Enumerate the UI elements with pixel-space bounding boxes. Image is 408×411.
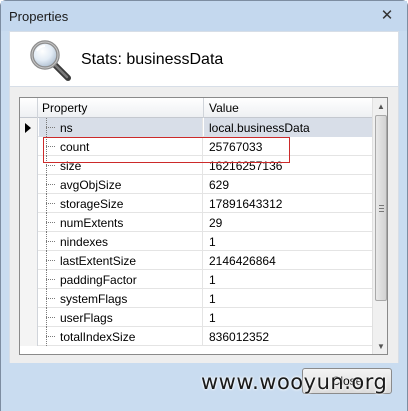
column-header-property[interactable]: Property xyxy=(42,101,87,115)
property-value: 1 xyxy=(209,311,216,325)
row-gutter[interactable] xyxy=(20,118,38,137)
window-title: Properties xyxy=(9,9,69,24)
property-value: 836012352 xyxy=(209,330,270,344)
value-cell[interactable]: 1 xyxy=(204,232,372,251)
row-gutter[interactable] xyxy=(20,175,38,194)
property-name: storageSize xyxy=(60,197,124,211)
property-cell[interactable]: numExtents xyxy=(39,213,203,232)
row-gutter[interactable] xyxy=(20,232,38,251)
property-cell[interactable]: ns xyxy=(39,118,203,137)
table-row[interactable]: userFlags 1 xyxy=(20,308,372,327)
tree-connector xyxy=(46,336,55,337)
tree-connector xyxy=(46,222,55,223)
scrollbar-thumb[interactable] xyxy=(375,115,387,301)
property-grid[interactable]: Property Value ns local.businessData count… xyxy=(19,97,388,355)
table-row[interactable]: avgObjSize 629 xyxy=(20,175,372,194)
property-value: 629 xyxy=(209,178,230,192)
thumb-grip xyxy=(379,208,384,209)
table-row[interactable]: storageSize 17891643312 xyxy=(20,194,372,213)
thumb-grip xyxy=(379,211,384,212)
row-gutter[interactable] xyxy=(20,289,38,308)
table-row[interactable]: lastExtentSize 2146426864 xyxy=(20,251,372,270)
row-gutter[interactable] xyxy=(20,327,38,346)
value-cell[interactable]: 836012352 xyxy=(204,327,372,346)
scroll-up-arrow-icon[interactable]: ▲ xyxy=(373,98,387,114)
count-highlight-box xyxy=(43,137,290,163)
thumb-grip xyxy=(379,205,384,206)
property-name: nindexes xyxy=(60,235,109,249)
column-header-value[interactable]: Value xyxy=(209,101,239,115)
title-bar: Properties ✕ xyxy=(1,1,407,31)
property-name: userFlags xyxy=(60,311,113,325)
property-cell[interactable]: systemFlags xyxy=(39,289,203,308)
row-gutter[interactable] xyxy=(20,270,38,289)
row-gutter[interactable] xyxy=(20,156,38,175)
close-icon[interactable]: ✕ xyxy=(377,6,397,24)
watermark-text: www.wooyun.org xyxy=(201,370,388,394)
property-cell[interactable]: lastExtentSize xyxy=(39,251,203,270)
tree-connector xyxy=(46,184,55,185)
value-cell[interactable]: 1 xyxy=(204,270,372,289)
tree-connector xyxy=(46,127,55,128)
row-gutter[interactable] xyxy=(20,308,38,327)
value-cell[interactable]: 629 xyxy=(204,175,372,194)
property-name: avgObjSize xyxy=(60,178,122,192)
property-value: 29 xyxy=(209,216,223,230)
tree-connector xyxy=(46,279,55,280)
table-row[interactable]: nindexes 1 xyxy=(20,232,372,251)
table-row[interactable]: systemFlags 1 xyxy=(20,289,372,308)
property-cell[interactable]: totalIndexSize xyxy=(39,327,203,346)
property-name: systemFlags xyxy=(60,292,128,306)
value-cell[interactable]: 1 xyxy=(204,289,372,308)
property-name: numExtents xyxy=(60,216,124,230)
table-row[interactable]: ns local.businessData xyxy=(20,118,372,137)
property-cell[interactable]: storageSize xyxy=(39,194,203,213)
value-cell[interactable]: 17891643312 xyxy=(204,194,372,213)
row-gutter[interactable] xyxy=(20,251,38,270)
tree-connector xyxy=(46,203,55,204)
value-cell[interactable]: 2146426864 xyxy=(204,251,372,270)
tree-connector xyxy=(46,260,55,261)
property-value: 2146426864 xyxy=(209,254,276,268)
scroll-down-arrow-icon[interactable]: ▼ xyxy=(373,338,387,354)
current-row-arrow-icon xyxy=(25,123,31,133)
value-cell[interactable]: local.businessData xyxy=(204,118,372,137)
row-gutter[interactable] xyxy=(20,137,38,156)
property-name: ns xyxy=(60,121,73,135)
property-cell[interactable]: avgObjSize xyxy=(39,175,203,194)
property-cell[interactable]: nindexes xyxy=(39,232,203,251)
column-divider[interactable] xyxy=(203,98,204,118)
property-value: 17891643312 xyxy=(209,197,283,211)
value-cell[interactable]: 1 xyxy=(204,308,372,327)
row-gutter[interactable] xyxy=(20,213,38,232)
table-row[interactable]: numExtents 29 xyxy=(20,213,372,232)
vertical-scrollbar[interactable]: ▲ ▼ xyxy=(372,98,387,354)
stats-title: Stats: businessData xyxy=(81,51,224,68)
magnifier-icon xyxy=(30,40,71,81)
property-value: 1 xyxy=(209,273,216,287)
property-value: 1 xyxy=(209,235,216,249)
tree-connector xyxy=(46,241,55,242)
tree-connector xyxy=(46,165,55,166)
table-row[interactable]: totalIndexSize 836012352 xyxy=(20,327,372,346)
property-value: 1 xyxy=(209,292,216,306)
property-cell[interactable]: userFlags xyxy=(39,308,203,327)
header-gutter xyxy=(20,98,38,118)
property-value: local.businessData xyxy=(209,121,310,135)
value-cell[interactable]: 29 xyxy=(204,213,372,232)
property-name: totalIndexSize xyxy=(60,330,136,344)
tree-connector xyxy=(46,317,55,318)
row-gutter[interactable] xyxy=(20,194,38,213)
property-name: lastExtentSize xyxy=(60,254,137,268)
table-row[interactable]: paddingFactor 1 xyxy=(20,270,372,289)
property-cell[interactable]: paddingFactor xyxy=(39,270,203,289)
tree-connector xyxy=(46,298,55,299)
property-name: paddingFactor xyxy=(60,273,137,287)
header-panel: Stats: businessData xyxy=(9,31,399,87)
grid-header: Property Value xyxy=(20,98,372,118)
